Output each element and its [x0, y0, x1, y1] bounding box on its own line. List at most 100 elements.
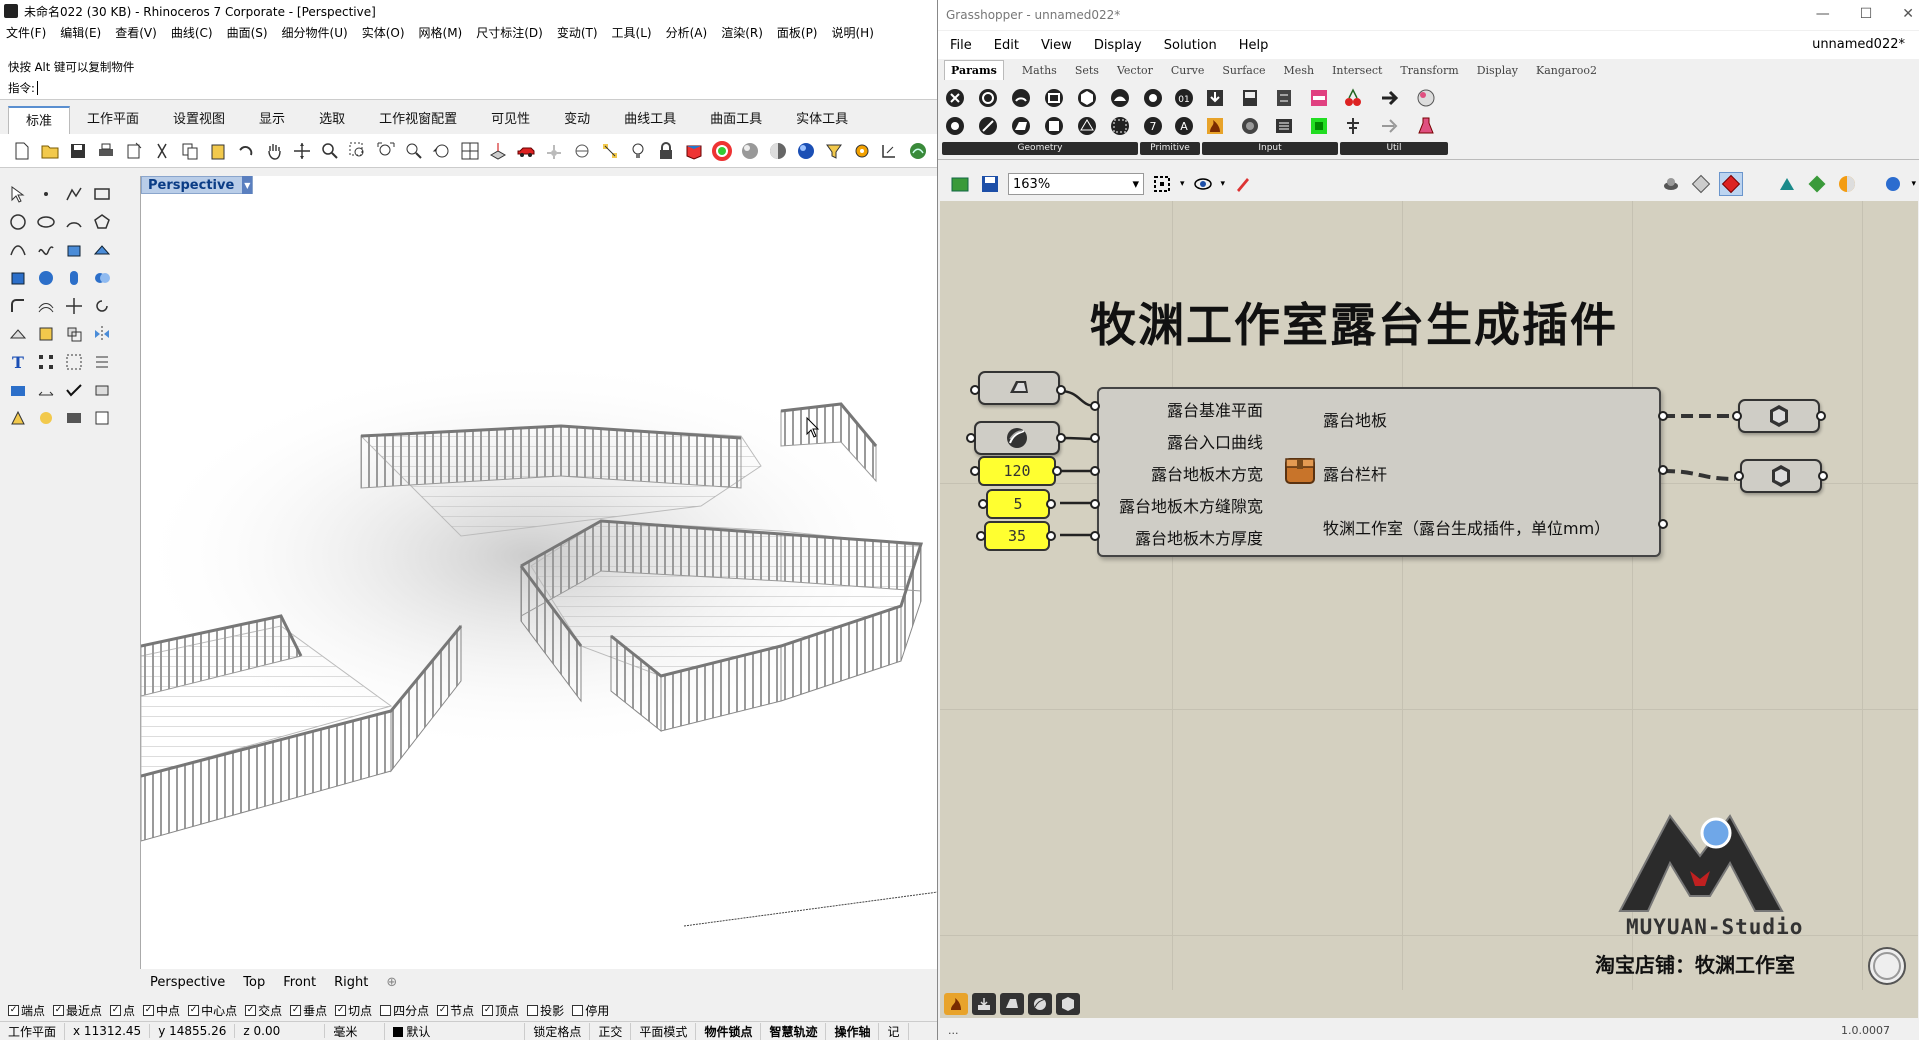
tab-select[interactable]: 选取	[302, 106, 362, 134]
gh-menu-file[interactable]: File	[950, 38, 972, 53]
fillet-icon[interactable]	[4, 292, 32, 320]
checkbox-box[interactable]: ✓	[188, 1004, 200, 1016]
status-planar[interactable]: 平面模式	[631, 1022, 697, 1040]
gumball-icon[interactable]	[542, 139, 566, 163]
check-icon[interactable]	[60, 376, 88, 404]
lighting-icon[interactable]	[32, 404, 60, 432]
param-brep-floor[interactable]	[1738, 399, 1820, 433]
param-floor-input-port[interactable]	[1732, 411, 1742, 421]
save-icon[interactable]	[66, 139, 90, 163]
select-points-icon[interactable]	[598, 139, 622, 163]
rectangle-param-icon[interactable]	[1041, 85, 1067, 111]
curve-tools-icon[interactable]	[4, 236, 32, 264]
preview-dropdown-chevron-icon[interactable]: ▾	[1221, 179, 1226, 189]
osnap-checkbox[interactable]: ✓ 节点	[437, 1002, 474, 1019]
zoom-selected-icon[interactable]	[402, 139, 426, 163]
slider-gap-input-port[interactable]	[978, 499, 988, 509]
component-input-port-gap[interactable]	[1090, 499, 1100, 509]
component-output-port-info[interactable]	[1658, 519, 1668, 529]
zoom-dropdown-chevron-icon[interactable]: ▾	[1180, 179, 1185, 189]
display-mode-icon[interactable]	[1881, 172, 1905, 196]
viewport-tab-front[interactable]: Front	[283, 975, 316, 990]
canvas-widget-circle-icon[interactable]	[1866, 945, 1908, 987]
ribbon-primitive-label[interactable]: Primitive	[1140, 142, 1200, 155]
osnap-checkbox[interactable]: ✓ 最近点	[53, 1002, 102, 1019]
car-icon[interactable]	[514, 139, 538, 163]
input-label-base-plane[interactable]: 露台基准平面	[1167, 397, 1263, 421]
osnap-checkbox[interactable]: 停用	[572, 1002, 609, 1019]
menu-mesh[interactable]: 网格(M)	[419, 24, 463, 41]
gh-tab-kangaroo2[interactable]: Kangaroo2	[1536, 64, 1597, 77]
pan-hand-icon[interactable]	[262, 139, 286, 163]
geometry-param-icon[interactable]	[942, 85, 968, 111]
checkbox-box[interactable]: ✓	[437, 1004, 449, 1016]
tree-param-icon[interactable]	[1340, 113, 1366, 139]
perspective-viewport[interactable]: Perspective ▼	[140, 176, 937, 969]
close-icon[interactable]: ✕	[1902, 6, 1914, 22]
polyline-icon[interactable]	[60, 180, 88, 208]
slider-width-input-port[interactable]	[970, 466, 980, 476]
checkbox-box[interactable]: ✓	[110, 1004, 122, 1016]
tab-surface-tools[interactable]: 曲面工具	[693, 106, 779, 134]
preview-wire-icon[interactable]	[1659, 172, 1683, 196]
shaded-sphere-icon[interactable]	[766, 139, 790, 163]
zoom-window-icon[interactable]	[346, 139, 370, 163]
number-slider-width[interactable]: 120	[978, 456, 1056, 486]
checkbox-box[interactable]: ✓	[143, 1004, 155, 1016]
sphere-light-param-icon[interactable]	[1413, 85, 1439, 111]
boolean-icon[interactable]	[88, 264, 116, 292]
arc-param-icon[interactable]	[1008, 85, 1034, 111]
viewport-tab-right[interactable]: Right	[334, 975, 368, 990]
brep-param-icon[interactable]	[1074, 85, 1100, 111]
gh-tab-mesh[interactable]: Mesh	[1284, 64, 1315, 77]
tab-transform[interactable]: 变动	[547, 106, 607, 134]
viewport-menu-arrow-icon[interactable]: ▼	[242, 176, 253, 194]
number-slider-thickness[interactable]: 35	[984, 521, 1050, 551]
circle-param-icon[interactable]	[975, 85, 1001, 111]
slider-width-output-port[interactable]	[1052, 466, 1062, 476]
group-icon[interactable]	[60, 348, 88, 376]
cluster-icon[interactable]	[1805, 172, 1829, 196]
menu-surface[interactable]: 曲面(S)	[227, 24, 268, 41]
new-file-icon[interactable]	[10, 139, 34, 163]
gh-menu-display[interactable]: Display	[1094, 38, 1142, 53]
input-label-board-thickness[interactable]: 露台地板木方厚度	[1135, 525, 1263, 549]
select-filter-icon[interactable]	[822, 139, 846, 163]
integer-param-icon[interactable]: 7	[1140, 113, 1166, 139]
gh-canvas[interactable]: 牧渊工作室露台生成插件 120 5 35 露台基准平面 露台入口曲线 露台地板木…	[940, 201, 1918, 990]
arc-icon[interactable]	[60, 208, 88, 236]
lock-icon[interactable]	[654, 139, 678, 163]
input-label-entry-curve[interactable]: 露台入口曲线	[1167, 429, 1263, 453]
number-param-icon[interactable]: 01	[1171, 85, 1197, 111]
component-input-port-width[interactable]	[1090, 466, 1100, 476]
box-solid-icon[interactable]	[4, 264, 32, 292]
line-param-icon[interactable]	[975, 113, 1001, 139]
param-brep-railing[interactable]	[1740, 459, 1822, 493]
param-curve[interactable]	[974, 421, 1060, 455]
status-record-history[interactable]: 记	[879, 1022, 909, 1040]
checkbox-box[interactable]: ✓	[53, 1004, 65, 1016]
param-plane-input-port[interactable]	[970, 385, 980, 395]
rectangle-icon[interactable]	[88, 180, 116, 208]
ribbon-geometry-label[interactable]: Geometry	[942, 142, 1138, 155]
display-mode-chevron-icon[interactable]: ▾	[1911, 179, 1916, 189]
grasshopper-icon[interactable]	[906, 139, 930, 163]
status-gumball[interactable]: 操作轴	[826, 1022, 880, 1040]
open-folder-icon[interactable]	[38, 139, 62, 163]
mirror-icon[interactable]	[88, 320, 116, 348]
move-icon[interactable]	[60, 292, 88, 320]
preview-shaded-icon[interactable]	[1689, 172, 1713, 196]
gh-tab-surface[interactable]: Surface	[1222, 64, 1265, 77]
component-input-port-curve[interactable]	[1090, 433, 1100, 443]
menu-subd[interactable]: 细分物件(U)	[282, 24, 348, 41]
output-label-floor[interactable]: 露台地板	[1323, 407, 1387, 431]
undo-icon[interactable]	[234, 139, 258, 163]
menu-help[interactable]: 说明(H)	[832, 24, 874, 41]
gh-tab-sets[interactable]: Sets	[1075, 64, 1099, 77]
bottom-brep-icon[interactable]	[1056, 993, 1080, 1015]
terrace-generator-component[interactable]: 露台基准平面 露台入口曲线 露台地板木方宽 露台地板木方缝隙宽 露台地板木方厚度…	[1097, 387, 1661, 557]
paste-icon[interactable]	[206, 139, 230, 163]
cherry-param-icon[interactable]	[1340, 85, 1366, 111]
scale-icon[interactable]	[60, 320, 88, 348]
distribute-icon[interactable]	[88, 348, 116, 376]
